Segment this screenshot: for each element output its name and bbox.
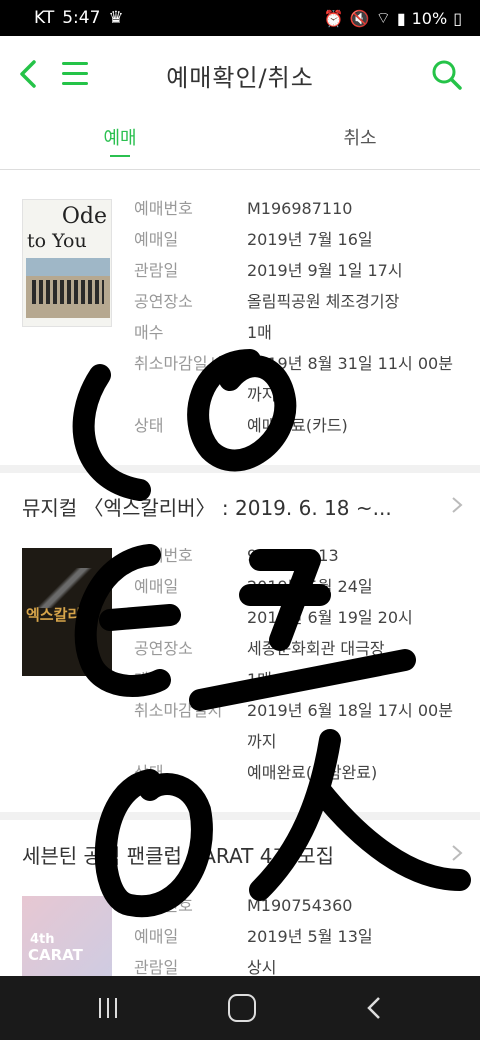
poster-photo [26, 258, 110, 318]
tab-active-indicator [110, 155, 130, 157]
field-value: 2019년 6월 18일 17시 00분 까지 [247, 701, 453, 751]
poster-subtitle: to You [27, 230, 87, 252]
carrier-label: KT [34, 8, 55, 28]
home-icon[interactable] [228, 994, 256, 1022]
card-divider [0, 812, 480, 820]
field-label: 취소마감일시 [134, 354, 223, 373]
chevron-right-icon[interactable] [450, 844, 464, 862]
tab-booking[interactable]: 예매 [0, 124, 240, 150]
booking-details: 예매번호 913461913 예매일 2019년 5월 24일 관람일 2019년 6… [134, 540, 464, 788]
field-label: 매수 [134, 670, 164, 689]
field-value: 2019년 7월 16일 [247, 230, 373, 249]
booking-title[interactable]: 세븐틴 공식 팬클럽 CARAT 4기 모집 [22, 840, 442, 869]
status-bar: KT 5:47 ♛ ⏰ 🔇 ⌔ ▮ 10% ▯ [0, 0, 480, 36]
poster-subtitle: 4th [30, 932, 55, 947]
app-bar: 예매확인/취소 [0, 36, 480, 112]
field-value: 예매완료(카드) [247, 416, 348, 435]
recent-apps-icon[interactable] [96, 996, 120, 1020]
field-value: M190754360 [247, 896, 353, 915]
booking-card[interactable]: Ode to You 예매번호 M196987110 예매일 2019년 7월 16… [0, 171, 480, 465]
battery-percent: 10% [411, 8, 448, 28]
field-label: 취소마감일시 [134, 701, 223, 720]
poster-title: CARAT [28, 946, 83, 964]
tab-cancel[interactable]: 취소 [240, 124, 480, 150]
signal-icon: ▮ [396, 8, 406, 28]
search-icon[interactable] [430, 58, 464, 92]
field-value: 예매완료(관람완료) [247, 763, 378, 782]
alarm-icon: ⏰ [323, 8, 344, 28]
page-title: 예매확인/취소 [166, 64, 314, 92]
field-label: 공연장소 [134, 292, 193, 311]
field-label: 예매번호 [134, 896, 193, 915]
mute-icon: 🔇 [349, 8, 370, 28]
field-label: 상태 [134, 763, 164, 782]
field-label: 예매번호 [134, 199, 193, 218]
crown-icon: ♛ [108, 8, 124, 28]
field-label: 예매일 [134, 927, 179, 946]
field-label: 관람일 [134, 958, 179, 976]
field-label: 예매번호 [134, 546, 193, 565]
booking-details: 예매번호 M190754360 예매일 2019년 5월 13일 관람일 상시 [134, 890, 464, 976]
booking-card[interactable]: 엑스칼리버 예매번호 913461913 예매일 2019년 5월 24일 관람일 2… [0, 530, 480, 810]
clock: 5:47 [62, 8, 101, 28]
field-label: 상태 [134, 416, 164, 435]
poster-excalibur: 엑스칼리버 [22, 548, 112, 676]
field-label: 매수 [134, 323, 164, 342]
poster-title: Ode [61, 204, 107, 229]
field-value: 913461913 [247, 546, 339, 565]
field-label: 공연장소 [134, 639, 193, 658]
wifi-icon: ⌔ [375, 8, 391, 27]
field-value: 1매 [247, 670, 272, 689]
system-back-icon[interactable] [364, 996, 384, 1020]
system-nav-bar [0, 976, 480, 1040]
battery-icon: ▯ [453, 8, 462, 28]
field-value: 2019년 5월 24일 [247, 577, 373, 596]
booking-details: 예매번호 M196987110 예매일 2019년 7월 16일 관람일 2019년 … [134, 193, 464, 441]
poster-carat: 4th CARAT [22, 896, 112, 976]
field-label: 관람일 [134, 261, 179, 280]
field-value: 2019년 5월 13일 [247, 927, 373, 946]
field-value: 1매 [247, 323, 272, 342]
field-label: 예매일 [134, 230, 179, 249]
field-value: 올림픽공원 체조경기장 [247, 292, 400, 311]
field-label: 관람일 [134, 608, 179, 627]
poster-title: 엑스칼리버 [26, 606, 96, 624]
field-value: 상시 [247, 958, 277, 976]
booking-title[interactable]: 뮤지컬 〈엑스칼리버〉 : 2019. 6. 18 ~... [22, 492, 442, 521]
field-value: M196987110 [247, 199, 353, 218]
tab-bar: 예매 취소 [0, 112, 480, 170]
field-value: 2019년 6월 19일 20시 [247, 608, 413, 627]
field-value: 세종문화회관 대극장 [247, 639, 385, 658]
card-divider [0, 465, 480, 473]
field-label: 예매일 [134, 577, 179, 596]
poster-ode-to-you: Ode to You [22, 199, 112, 327]
chevron-right-icon[interactable] [450, 496, 464, 514]
field-value: 2019년 8월 31일 11시 00분 까지 [247, 354, 453, 404]
booking-card[interactable]: 4th CARAT 예매번호 M190754360 예매일 2019년 5월 13일… [0, 880, 480, 976]
field-value: 2019년 9월 1일 17시 [247, 261, 403, 280]
